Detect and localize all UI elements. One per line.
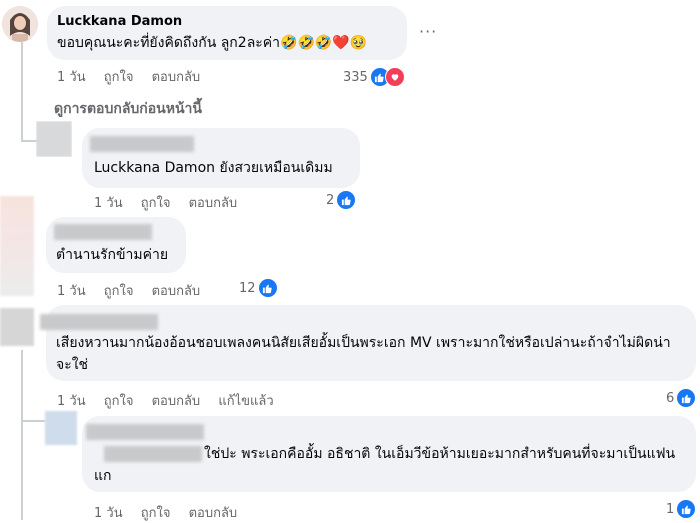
reaction-count[interactable]: 12 [239, 279, 277, 297]
reply-text: Luckkana Damon ยังสวยเหมือนเดิมม [94, 157, 333, 179]
comment-author[interactable]: Luckkana Damon [57, 14, 182, 29]
reply-text-body: ยังสวยเหมือนเดิมม [215, 160, 333, 176]
like-reaction-icon [677, 389, 696, 407]
reply-bubble: Luckkana Damon ยังสวยเหมือนเดิมม [82, 128, 360, 188]
comment-actions: 1 วัน ถูกใจ ตอบกลับ แก้ไขแล้ว [57, 390, 288, 411]
reaction-count[interactable]: 6 [666, 389, 696, 407]
comment-time[interactable]: 1 วัน [57, 70, 86, 85]
comment-time[interactable]: 1 วัน [57, 284, 86, 299]
avatar-blurred-edge [0, 196, 34, 296]
mention-link[interactable]: Luckkana Damon [94, 160, 215, 176]
reply-bubble: ใช่ปะ พระเอกคืออั้ม อธิชาติ ในเอ็มวีข้อห… [82, 416, 696, 492]
reaction-count[interactable]: 335 [343, 67, 405, 87]
love-reaction-icon [384, 67, 405, 87]
reaction-count[interactable]: 1 [666, 500, 696, 518]
reply-button[interactable]: ตอบกลับ [152, 70, 201, 85]
thread-line-main [21, 42, 23, 142]
reply-button[interactable]: ตอบกลับ [152, 394, 201, 409]
more-options-icon[interactable]: ··· [419, 22, 437, 41]
reply-actions: 1 วัน ถูกใจ ตอบกลับ [94, 192, 251, 213]
like-button[interactable]: ถูกใจ [141, 196, 171, 211]
avatar-blurred[interactable] [45, 411, 77, 445]
like-button[interactable]: ถูกใจ [104, 70, 134, 85]
reaction-number: 6 [666, 390, 675, 406]
like-reaction-icon [258, 279, 277, 297]
reaction-number: 1 [666, 501, 675, 517]
reply-button[interactable]: ตอบกลับ [152, 284, 201, 299]
reaction-number: 2 [326, 192, 335, 208]
like-reaction-icon [337, 191, 356, 209]
avatar-blurred[interactable] [0, 308, 34, 346]
edited-label: แก้ไขแล้ว [218, 394, 274, 409]
author-name-blurred [40, 314, 158, 330]
reaction-number: 335 [343, 69, 368, 85]
comment-text: ขอบคุณนะคะที่ยังคิดถึงกัน ลูก2ละค่า🤣🤣🤣❤️… [57, 35, 368, 51]
author-name-blurred [90, 136, 194, 152]
reply-text: ใช่ปะ พระเอกคืออั้ม อธิชาติ ในเอ็มวีข้อห… [94, 446, 676, 484]
reply-button[interactable]: ตอบกลับ [189, 196, 238, 211]
comment-text: ตำนานรักข้ามค่าย [56, 247, 169, 263]
reply-time[interactable]: 1 วัน [94, 506, 123, 521]
like-button[interactable]: ถูกใจ [141, 506, 171, 521]
reply-time[interactable]: 1 วัน [94, 196, 123, 211]
comment-bubble: เสียงหวานมากน้องอ้อนชอบเพลงคนนิสัยเสียอั… [40, 305, 696, 381]
avatar[interactable] [36, 121, 72, 157]
reply-button[interactable]: ตอบกลับ [189, 506, 238, 521]
reaction-number: 12 [239, 280, 256, 296]
thread-line-lower [21, 350, 23, 520]
avatar-photo [2, 6, 38, 42]
comment-time[interactable]: 1 วัน [57, 394, 86, 409]
like-button[interactable]: ถูกใจ [104, 394, 134, 409]
thread-line-branch [21, 420, 45, 422]
avatar-blurred [36, 121, 72, 157]
author-name-blurred [86, 424, 204, 440]
comment-bubble: ตำนานรักข้ามค่าย [46, 217, 186, 273]
like-reaction-icon [677, 500, 696, 518]
reaction-count[interactable]: 2 [326, 191, 356, 209]
comment-actions: 1 วัน ถูกใจ ตอบกลับ [57, 280, 214, 301]
view-previous-replies[interactable]: ดูการตอบกลับก่อนหน้านี้ [54, 98, 202, 120]
avatar[interactable] [2, 6, 38, 42]
comment-bubble: Luckkana Damon ขอบคุณนะคะที่ยังคิดถึงกัน… [47, 6, 407, 60]
comment-text: เสียงหวานมากน้องอ้อนชอบเพลงคนนิสัยเสียอั… [56, 335, 671, 373]
author-name-blurred [54, 224, 152, 240]
like-button[interactable]: ถูกใจ [104, 284, 134, 299]
comment-actions: 1 วัน ถูกใจ ตอบกลับ [57, 66, 214, 87]
